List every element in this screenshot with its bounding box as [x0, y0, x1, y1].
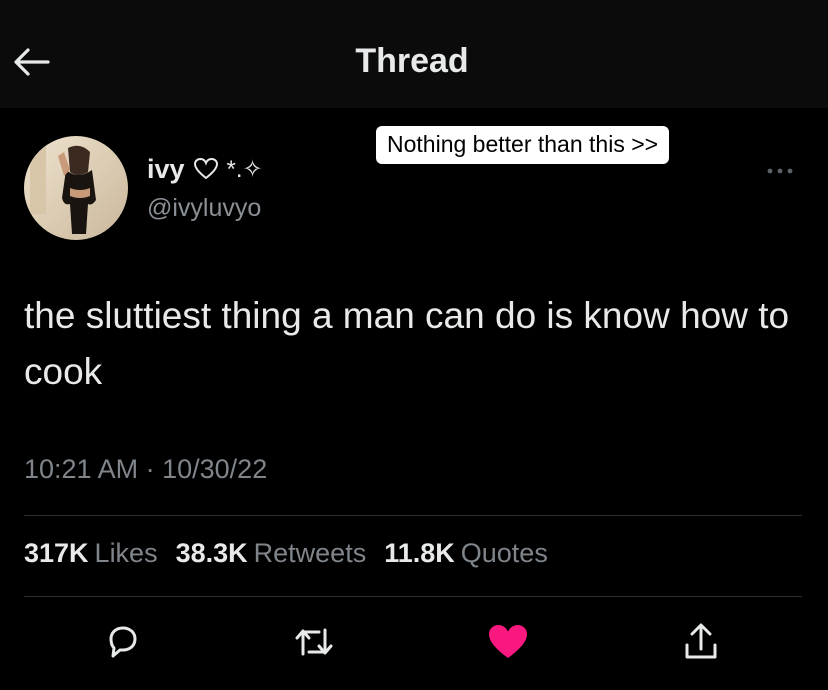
name-decoration: *.✧: [226, 155, 263, 183]
display-name[interactable]: ivy: [147, 154, 185, 185]
share-icon: [685, 623, 717, 659]
tweet-date: 10/30/22: [162, 454, 268, 484]
tweet-timestamp[interactable]: 10:21 AM · 10/30/22: [24, 454, 267, 485]
quotes-count: 11.8K: [384, 538, 455, 568]
page-title: Thread: [355, 42, 469, 80]
reply-button[interactable]: [99, 620, 147, 664]
thread-header: Thread: [0, 0, 828, 108]
divider: [24, 596, 802, 597]
likes-label: Likes: [94, 538, 158, 568]
share-button[interactable]: [677, 620, 725, 664]
overlay-caption: Nothing better than this >>: [376, 126, 670, 164]
retweets-count: 38.3K: [175, 538, 248, 568]
quotes-stat[interactable]: 11.8K Quotes: [384, 538, 548, 569]
divider: [24, 515, 802, 516]
reply-icon: [109, 626, 137, 658]
avatar[interactable]: [24, 136, 128, 240]
tweet-time: 10:21 AM: [24, 454, 139, 484]
like-button[interactable]: [484, 620, 532, 664]
likes-count: 317K: [24, 538, 89, 568]
retweet-button[interactable]: [290, 620, 338, 664]
retweets-label: Retweets: [253, 538, 367, 568]
retweets-stat[interactable]: 38.3K Retweets: [176, 538, 367, 569]
author-handle[interactable]: @ivyluvyo: [147, 194, 261, 223]
heart-outline-icon: [193, 157, 218, 180]
tweet-stats: 317K Likes 38.3K Retweets 11.8K Quotes: [24, 538, 548, 569]
retweet-icon: [295, 628, 333, 656]
tweet-text: the sluttiest thing a man can do is know…: [24, 295, 790, 392]
likes-stat[interactable]: 317K Likes: [24, 538, 158, 569]
timestamp-separator: ·: [145, 454, 155, 484]
quotes-label: Quotes: [460, 538, 548, 568]
author-name-row: ivy *.✧: [147, 152, 263, 186]
more-icon: [767, 168, 793, 174]
more-options-button[interactable]: [762, 160, 798, 182]
heart-icon: [489, 625, 527, 658]
